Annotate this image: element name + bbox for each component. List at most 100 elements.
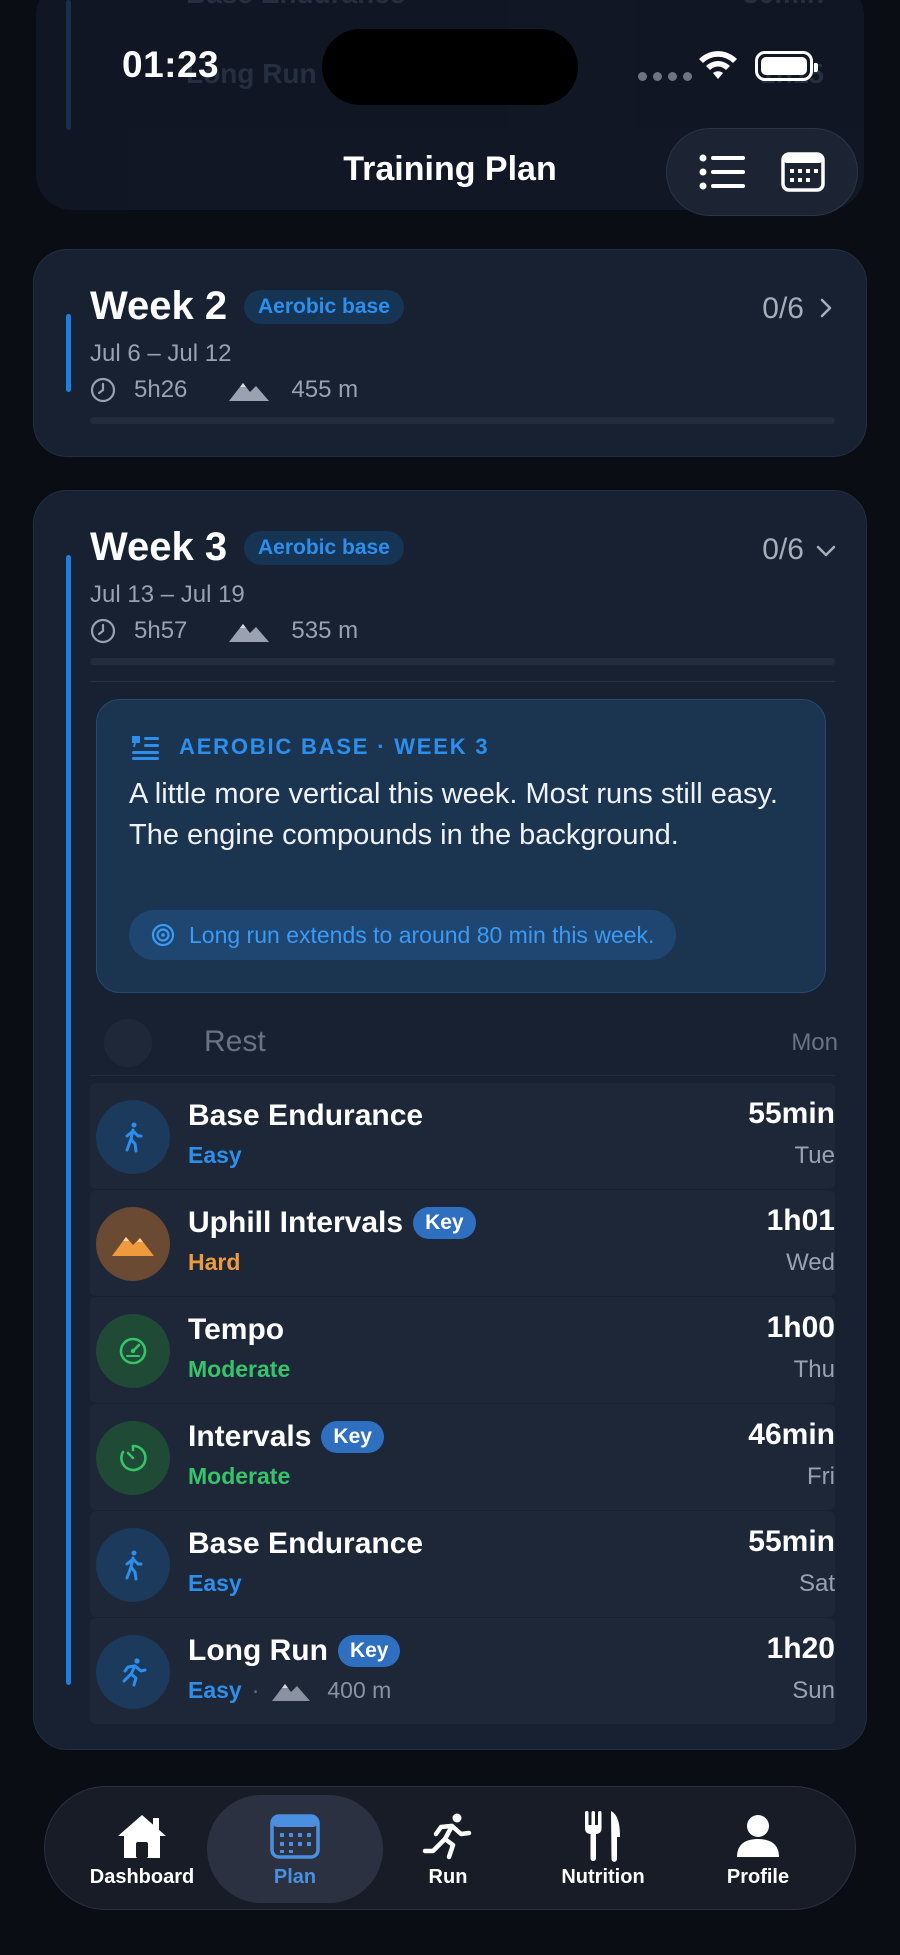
session-day: Thu: [793, 1356, 835, 1383]
week-title: Week 3: [90, 525, 228, 569]
view-toggle[interactable]: [666, 128, 858, 216]
session-name: Base Endurance: [188, 1099, 424, 1132]
calendar-view-button[interactable]: [776, 145, 830, 199]
tab-label: Dashboard: [89, 1865, 195, 1888]
session-intensity: Moderate: [188, 1356, 291, 1382]
list-icon: [699, 154, 745, 190]
session-duration: 55min: [748, 1097, 835, 1130]
tab-plan[interactable]: Plan: [207, 1795, 383, 1903]
week-progress-count: 0/6: [762, 533, 804, 566]
session-row[interactable]: Tempo Moderate 1h00 Thu: [90, 1297, 835, 1403]
session-row[interactable]: Uphill Intervals Key Hard 1h01 Wed: [90, 1190, 835, 1296]
rest-label: Rest: [204, 1025, 266, 1058]
mountain-icon: [229, 624, 270, 642]
tab-bar: Dashboard Plan Run Nutrition Profile: [44, 1786, 856, 1910]
walk-icon: [96, 1100, 170, 1174]
rest-day: Mon: [791, 1029, 838, 1056]
coach-note-tip: Long run extends to around 80 min this w…: [129, 910, 677, 960]
house-icon: [114, 1810, 170, 1862]
clock-icon: [90, 618, 116, 644]
key-badge: Key: [321, 1421, 384, 1453]
chevron-right-icon[interactable]: [816, 298, 836, 318]
tab-label: Run: [428, 1865, 468, 1888]
week-progress-bar: [90, 417, 835, 424]
calendar-icon: [267, 1810, 323, 1862]
rest-icon: [104, 1019, 152, 1067]
tab-label: Plan: [273, 1865, 317, 1888]
run-icon: [96, 1635, 170, 1709]
session-intensity: Easy: [188, 1677, 242, 1703]
timer-icon: [96, 1421, 170, 1495]
quote-icon: [132, 736, 159, 760]
session-intensity: Hard: [188, 1249, 241, 1275]
list-view-button[interactable]: [695, 145, 749, 199]
session-name: Intervals: [188, 1420, 312, 1453]
chevron-down-icon[interactable]: [816, 541, 836, 561]
walk-icon: [96, 1528, 170, 1602]
session-duration: 1h00: [766, 1311, 835, 1344]
mountain-icon: [96, 1207, 170, 1281]
dynamic-island: [322, 29, 578, 105]
week-card-3[interactable]: Week 3 Aerobic base 0/6 Jul 13 – Jul 19 …: [33, 490, 867, 1750]
speedometer-icon: [96, 1314, 170, 1388]
session-row[interactable]: Base Endurance Easy 55min Sat: [90, 1511, 835, 1617]
separator-dot: ·: [251, 1677, 260, 1703]
session-row[interactable]: Base Endurance Easy 55min Tue: [90, 1083, 835, 1189]
week-elevation: 455 m: [291, 376, 359, 403]
session-duration: 1h01: [766, 1204, 835, 1237]
session-day: Tue: [794, 1142, 835, 1169]
week-duration: 5h26: [134, 376, 188, 403]
week-duration: 5h57: [134, 617, 188, 644]
session-intensity: Easy: [188, 1142, 242, 1168]
tab-profile[interactable]: Profile: [683, 1787, 833, 1911]
person-icon: [730, 1810, 786, 1862]
phase-badge: Aerobic base: [244, 290, 404, 324]
session-intensity: Moderate: [188, 1463, 291, 1489]
tab-run[interactable]: Run: [373, 1787, 523, 1911]
session-name: Base Endurance: [188, 1527, 424, 1560]
divider: [90, 681, 835, 682]
runner-icon: [420, 1810, 476, 1862]
cellular-signal-icon: [638, 72, 692, 81]
week-progress-count: 0/6: [762, 292, 804, 325]
week-card-2[interactable]: Week 2 Aerobic base 0/6 Jul 6 – Jul 12 5…: [33, 249, 867, 457]
tab-dashboard[interactable]: Dashboard: [67, 1787, 217, 1911]
phase-badge: Aerobic base: [244, 531, 404, 565]
clock-icon: [90, 377, 116, 403]
session-day: Wed: [786, 1249, 835, 1276]
wifi-icon: [699, 51, 737, 79]
week-stats: 5h26 455 m: [90, 376, 358, 404]
coach-note-label: AEROBIC BASE · WEEK 3: [179, 734, 490, 759]
tab-nutrition[interactable]: Nutrition: [528, 1787, 678, 1911]
week-stats: 5h57 535 m: [90, 617, 358, 645]
status-bar: 01:23: [0, 0, 900, 130]
week-elevation: 535 m: [291, 617, 359, 644]
session-duration: 55min: [748, 1525, 835, 1558]
session-name: Uphill Intervals: [188, 1206, 404, 1239]
coach-note-body: A little more vertical this week. Most r…: [129, 778, 778, 851]
session-day: Fri: [807, 1463, 835, 1490]
key-badge: Key: [337, 1635, 401, 1667]
tab-label: Nutrition: [561, 1865, 645, 1888]
coach-note-tip-text: Long run extends to around 80 min this w…: [189, 921, 655, 948]
session-duration: 1h20: [766, 1632, 835, 1665]
week-progress-bar: [90, 658, 835, 665]
session-intensity: Easy: [188, 1570, 242, 1596]
session-name: Long Run: [188, 1634, 328, 1667]
session-row[interactable]: Long Run Key Easy · 400 m 1h20 Sun: [90, 1618, 835, 1724]
week-accent-bar: [66, 314, 71, 392]
mountain-icon: [272, 1683, 311, 1701]
week-title: Week 2: [90, 284, 228, 328]
week-date-range: Jul 13 – Jul 19: [90, 581, 245, 608]
session-elevation: 400 m: [327, 1677, 392, 1703]
key-badge: Key: [413, 1207, 476, 1239]
mountain-icon: [229, 383, 270, 401]
week-accent-bar: [66, 555, 71, 1685]
session-day: Sun: [792, 1677, 835, 1704]
session-row[interactable]: Intervals Key Moderate 46min Fri: [90, 1404, 835, 1510]
rest-day-row: Rest Mon: [84, 1013, 868, 1073]
session-day: Sat: [798, 1570, 835, 1597]
session-duration: 46min: [748, 1418, 835, 1451]
coach-note-card: AEROBIC BASE · WEEK 3 A little more vert…: [96, 699, 826, 993]
divider: [90, 1075, 835, 1076]
